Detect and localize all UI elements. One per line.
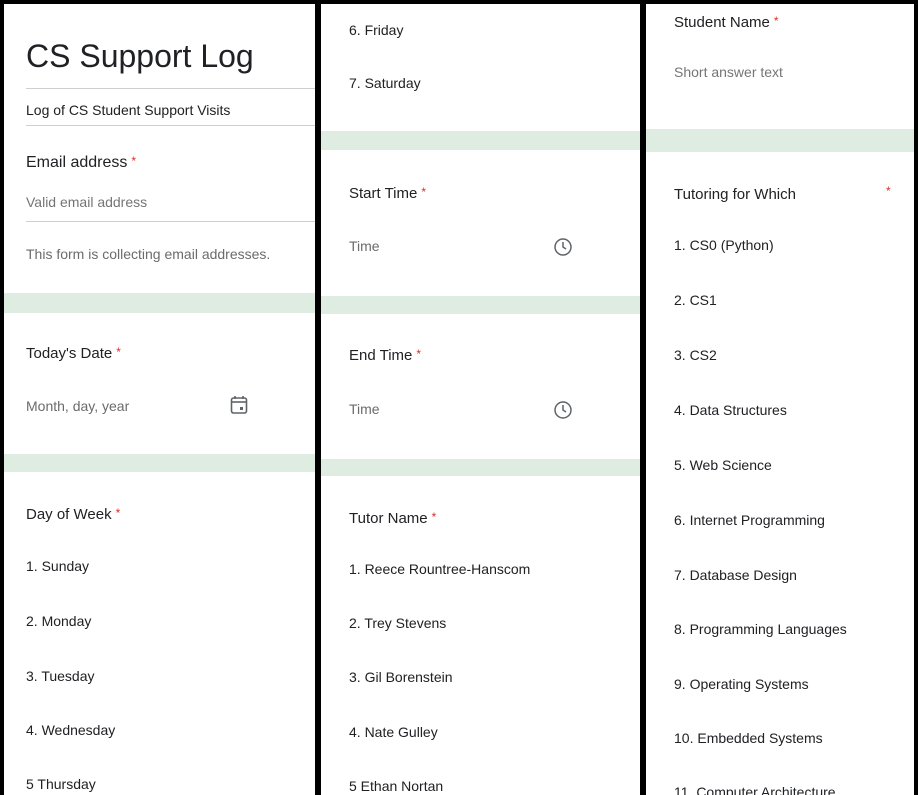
subject-option[interactable]: 8. Programming Languages bbox=[674, 621, 847, 637]
subject-option[interactable]: 6. Internet Programming bbox=[674, 512, 825, 528]
end-time-card: End Time * Time bbox=[321, 314, 640, 459]
subject-option[interactable]: 11. Computer Architecture bbox=[674, 784, 836, 795]
clock-icon[interactable] bbox=[553, 400, 573, 420]
end-time-label: End Time * bbox=[349, 347, 422, 364]
email-input[interactable] bbox=[26, 194, 315, 210]
start-time-label: Start Time * bbox=[349, 185, 427, 202]
required-mark: * bbox=[116, 345, 121, 359]
email-underline bbox=[26, 221, 315, 222]
required-mark: * bbox=[421, 185, 427, 199]
student-name-label: Student Name * bbox=[674, 14, 779, 31]
tutoring-subject-label: Tutoring for Which bbox=[674, 186, 796, 203]
tutor-name-label: Tutor Name * bbox=[349, 510, 437, 527]
day-option[interactable]: 5 Thursday bbox=[26, 776, 96, 792]
day-option[interactable]: 4. Wednesday bbox=[26, 722, 115, 738]
subject-option[interactable]: 4. Data Structures bbox=[674, 402, 787, 418]
start-time-card: Start Time * Time bbox=[321, 150, 640, 296]
description-divider bbox=[26, 125, 315, 126]
start-time-input[interactable]: Time bbox=[349, 238, 380, 254]
day-option[interactable]: 2. Monday bbox=[26, 613, 91, 629]
required-mark: * bbox=[416, 347, 422, 361]
subject-option[interactable]: 3. CS2 bbox=[674, 347, 717, 363]
required-mark: * bbox=[886, 184, 891, 198]
tutor-option[interactable]: 2. Trey Stevens bbox=[349, 615, 446, 631]
tutor-option[interactable]: 1. Reece Rountree-Hanscom bbox=[349, 561, 530, 577]
day-option[interactable]: 6. Friday bbox=[349, 22, 403, 38]
date-question-card: Today's Date * Month, day, year bbox=[4, 313, 315, 454]
tutoring-subject-card: Tutoring for Which * 1. CS0 (Python) 2. … bbox=[646, 152, 914, 795]
form-header-card: CS Support Log Log of CS Student Support… bbox=[4, 4, 315, 293]
form-column-2: 6. Friday 7. Saturday Start Time * Time E… bbox=[321, 4, 640, 795]
form-title: CS Support Log bbox=[26, 38, 254, 74]
date-input[interactable]: Month, day, year bbox=[26, 398, 129, 414]
required-mark: * bbox=[431, 510, 437, 524]
end-time-input[interactable]: Time bbox=[349, 401, 380, 417]
subject-option[interactable]: 7. Database Design bbox=[674, 567, 797, 583]
day-of-week-label: Day of Week * bbox=[26, 506, 121, 523]
clock-icon[interactable] bbox=[553, 237, 573, 257]
required-mark: * bbox=[115, 506, 121, 520]
day-of-week-card-continued: 6. Friday 7. Saturday bbox=[321, 4, 640, 131]
subject-option[interactable]: 2. CS1 bbox=[674, 292, 717, 308]
tutor-option[interactable]: 4. Nate Gulley bbox=[349, 724, 438, 740]
subject-option[interactable]: 10. Embedded Systems bbox=[674, 730, 823, 746]
day-of-week-card: Day of Week * 1. Sunday 2. Monday 3. Tues… bbox=[4, 472, 315, 795]
subject-option[interactable]: 9. Operating Systems bbox=[674, 676, 809, 692]
day-option[interactable]: 7. Saturday bbox=[349, 75, 421, 91]
subject-option[interactable]: 1. CS0 (Python) bbox=[674, 237, 774, 253]
form-description: Log of CS Student Support Visits bbox=[26, 102, 231, 118]
form-column-3: Student Name* Tutoring for Which * 1. CS… bbox=[646, 4, 914, 795]
subject-option[interactable]: 5. Web Science bbox=[674, 457, 772, 473]
calendar-icon[interactable] bbox=[230, 395, 248, 415]
date-label: Today's Date * bbox=[26, 345, 121, 362]
form-column-1: CS Support Log Log of CS Student Support… bbox=[4, 4, 315, 795]
tutor-name-card: Tutor Name * 1. Reece Rountree-Hanscom 2.… bbox=[321, 476, 640, 795]
email-label: Email address * bbox=[26, 154, 137, 171]
student-name-card: Student Name * bbox=[646, 4, 914, 129]
required-mark: * bbox=[131, 154, 137, 168]
required-mark: * bbox=[773, 14, 779, 28]
student-name-input[interactable] bbox=[674, 64, 894, 80]
day-option[interactable]: 1. Sunday bbox=[26, 558, 89, 574]
tutor-option[interactable]: 5 Ethan Nortan bbox=[349, 778, 443, 794]
screenshot-frame: CS Support Log Log of CS Student Support… bbox=[4, 4, 914, 795]
email-collection-note: This form is collecting email addresses. bbox=[26, 246, 271, 262]
title-divider bbox=[26, 88, 315, 89]
tutor-option[interactable]: 3. Gil Borenstein bbox=[349, 669, 453, 685]
day-option[interactable]: 3. Tuesday bbox=[26, 668, 95, 684]
